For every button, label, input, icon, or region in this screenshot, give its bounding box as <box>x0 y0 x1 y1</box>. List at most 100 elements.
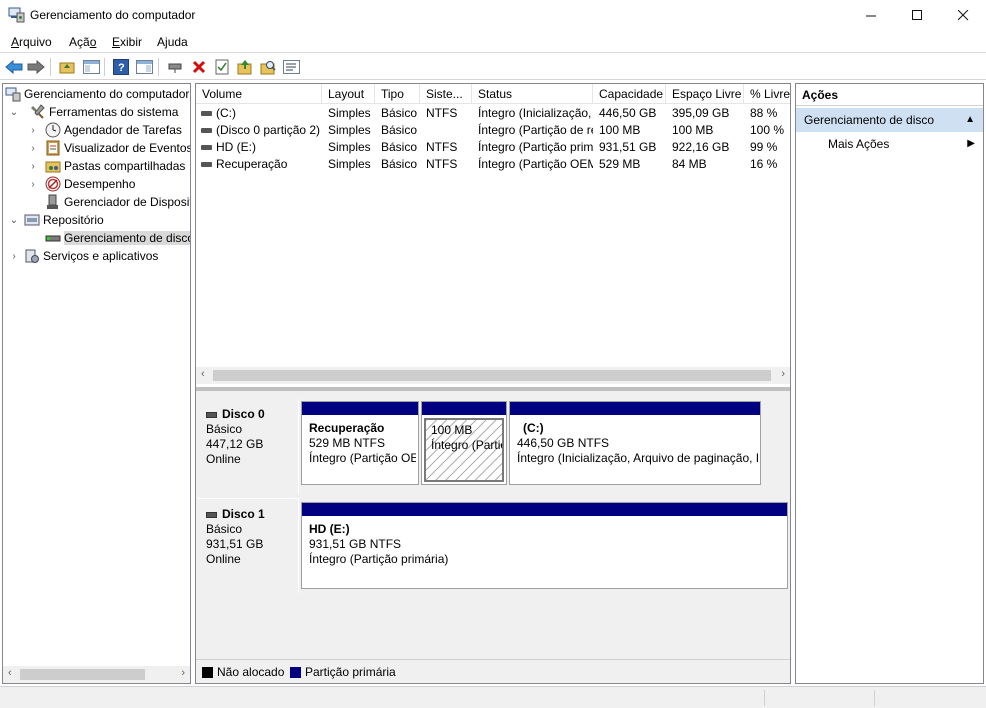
maximize-button[interactable] <box>894 0 940 31</box>
chevron-right-icon[interactable]: › <box>27 161 39 172</box>
volume-cell-layout: Simples <box>328 106 371 120</box>
tree-horizontal-scrollbar[interactable]: ‹ › <box>3 666 190 683</box>
scroll-left-icon[interactable]: ‹ <box>8 667 12 679</box>
column-header-capacidade[interactable]: Capacidade <box>593 84 666 104</box>
show-hide-actions-icon[interactable] <box>134 57 154 76</box>
up-folder-icon[interactable] <box>57 57 77 76</box>
volume-cell-status: Íntegro (Inicialização, Arquivo de pagin… <box>478 106 593 120</box>
chevron-right-icon[interactable]: › <box>27 179 39 190</box>
tree-item-device-manager[interactable]: Gerenciador de Dispositivos <box>45 193 190 211</box>
partition-title: HD (E:) <box>309 522 350 536</box>
scroll-right-icon[interactable]: › <box>181 667 185 679</box>
column-header-volume[interactable]: Volume <box>196 84 322 104</box>
menu-acao[interactable]: Ação <box>69 35 96 49</box>
tree-item-disk-management[interactable]: Gerenciamento de disco <box>45 229 190 247</box>
volume-cell-status: Íntegro (Partição de recuperação) <box>478 123 593 137</box>
volume-list-header: Volume Layout Tipo Siste... Status Capac… <box>196 84 790 104</box>
partition-size: 529 MB NTFS <box>309 436 386 450</box>
menu-exibir[interactable]: Exibir <box>112 35 142 49</box>
storage-icon <box>24 212 40 228</box>
view-icon[interactable] <box>281 57 301 76</box>
volume-cell-volume: Recuperação <box>216 157 288 171</box>
partition-c[interactable]: (C:) 446,50 GB NTFS Íntegro (Inicializaç… <box>509 401 761 485</box>
disk-graphical-view: Disco 0 Básico 447,12 GB Online Recupera… <box>196 391 790 659</box>
volume-cell-capacidade: 931,51 GB <box>599 140 657 154</box>
back-icon[interactable] <box>4 57 24 76</box>
volume-cell-layout: Simples <box>328 140 371 154</box>
export-icon[interactable] <box>235 57 255 76</box>
disk-0-type: Básico <box>206 422 243 436</box>
volume-cell-status: Íntegro (Partição OEM) <box>478 157 593 171</box>
show-hide-tree-icon[interactable] <box>81 57 101 76</box>
partition-title: Recuperação <box>309 421 385 435</box>
clock-icon <box>45 122 61 138</box>
legend-unallocated-swatch <box>202 667 213 678</box>
column-header-fs[interactable]: Siste... <box>420 84 472 104</box>
volume-cell-livre: 395,09 GB <box>672 106 730 120</box>
window-title: Gerenciamento do computador <box>30 8 196 22</box>
collapse-up-icon[interactable]: ▲ <box>965 108 975 132</box>
toolbar: ? <box>0 54 986 80</box>
delete-icon[interactable] <box>189 57 209 76</box>
chevron-right-icon[interactable]: › <box>27 143 39 154</box>
partition-hd-e[interactable]: HD (E:) 931,51 GB NTFS Íntegro (Partição… <box>301 502 788 589</box>
tree-item-root[interactable]: Gerenciamento do computador (Local) <box>5 85 190 103</box>
partition-status: Íntegro (Partição primária) <box>309 552 449 566</box>
submenu-arrow-icon: ▶ <box>967 138 975 149</box>
volume-row[interactable]: (Disco 0 partição 2) Simples Básico Íntegro… <box>196 122 790 139</box>
more-actions-item[interactable]: Mais Ações ▶ <box>796 134 983 154</box>
tree-item-storage[interactable]: ⌄ Repositório <box>8 211 104 229</box>
volume-row[interactable]: Recuperação Simples Básico NTFS Íntegro (Par… <box>196 156 790 173</box>
disk-1-size: 931,51 GB <box>206 537 264 551</box>
volume-cell-pct: 99 % <box>750 140 778 154</box>
volume-cell-status: Íntegro (Partição primária) <box>478 140 593 154</box>
column-header-status[interactable]: Status <box>472 84 593 104</box>
scrollbar-thumb[interactable] <box>20 669 145 680</box>
disk-0-partitions: Recuperação 529 MB NTFS Íntegro (Partiçã… <box>300 401 763 495</box>
partition-disk0-part2[interactable]: 100 MB Íntegro (Partição de recuperação) <box>421 401 507 485</box>
chevron-right-icon[interactable]: › <box>8 251 20 262</box>
properties-icon[interactable] <box>212 57 232 76</box>
disk-1-type: Básico <box>206 522 243 536</box>
volume-cell-layout: Simples <box>328 157 371 171</box>
disk-icon <box>206 511 217 518</box>
tree-item-performance[interactable]: › Desempenho <box>27 175 135 193</box>
volume-row[interactable]: HD (E:) Simples Básico NTFS Íntegro (Partiçã… <box>196 139 790 156</box>
search-icon[interactable] <box>258 57 278 76</box>
column-header-espaco-livre[interactable]: Espaço Livre <box>666 84 744 104</box>
volume-list-horizontal-scrollbar[interactable]: ‹ › <box>196 367 790 384</box>
forward-icon[interactable] <box>26 57 46 76</box>
help-icon[interactable]: ? <box>111 57 131 76</box>
computer-management-icon <box>5 86 21 102</box>
tree-item-shared-folders[interactable]: › Pastas compartilhadas <box>27 157 185 175</box>
tree-item-event-viewer[interactable]: › Visualizador de Eventos <box>27 139 190 157</box>
menu-ajuda[interactable]: Ajuda <box>157 35 188 49</box>
volume-row[interactable]: (C:) Simples Básico NTFS Íntegro (Inicializa… <box>196 105 790 122</box>
menu-arquivo[interactable]: Arquivo <box>11 35 52 49</box>
actions-section-disk-management[interactable]: Gerenciamento de disco ▲ <box>796 108 983 132</box>
primary-partition-bar <box>510 402 760 415</box>
chevron-down-icon[interactable]: ⌄ <box>8 215 20 226</box>
chevron-down-icon[interactable]: ⌄ <box>8 107 20 118</box>
disk-0-info[interactable]: Disco 0 Básico 447,12 GB Online <box>198 399 299 494</box>
services-icon <box>24 248 40 264</box>
scrollbar-thumb[interactable] <box>213 370 771 381</box>
volume-cell-volume: (C:) <box>216 106 236 120</box>
title-bar: Gerenciamento do computador <box>0 0 986 31</box>
tree-item-system-tools[interactable]: ⌄ Ferramentas do sistema <box>8 103 178 121</box>
tree-item-task-scheduler[interactable]: › Agendador de Tarefas <box>27 121 182 139</box>
svg-text:?: ? <box>118 62 125 74</box>
shared-folder-icon <box>45 158 61 174</box>
column-header-layout[interactable]: Layout <box>322 84 375 104</box>
chevron-right-icon[interactable]: › <box>27 125 39 136</box>
scroll-left-icon[interactable]: ‹ <box>201 368 205 380</box>
close-button[interactable] <box>940 0 986 31</box>
connect-drive-icon[interactable] <box>165 57 185 76</box>
column-header-tipo[interactable]: Tipo <box>375 84 420 104</box>
partition-recuperacao[interactable]: Recuperação 529 MB NTFS Íntegro (Partiçã… <box>301 401 419 485</box>
column-header-pct-livre[interactable]: % Livre <box>744 84 790 104</box>
tree-item-services-apps[interactable]: › Serviços e aplicativos <box>8 247 158 265</box>
disk-1-info[interactable]: Disco 1 Básico 931,51 GB Online <box>198 498 299 593</box>
scroll-right-icon[interactable]: › <box>781 368 785 380</box>
minimize-button[interactable] <box>848 0 894 31</box>
